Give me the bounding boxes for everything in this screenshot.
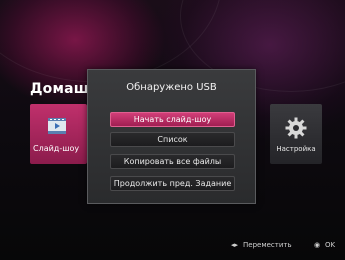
film-icon (48, 118, 66, 134)
usb-detected-dialog: Обнаружено USB Начать слайд-шоу Список К… (87, 69, 256, 204)
resume-previous-task-button[interactable]: Продолжить пред. Задание (110, 176, 235, 191)
tv-menu-screen: Домашн Слайд-шоу (0, 0, 345, 260)
home-title: Домашн (30, 81, 90, 97)
dialog-title: Обнаружено USB (126, 82, 217, 93)
tile-slideshow-label: Слайд-шоу (33, 144, 80, 153)
start-slideshow-button[interactable]: Начать слайд-шоу (110, 112, 235, 127)
move-arrows-icon: ◂▸ (231, 241, 239, 249)
move-hint-label: Переместить (243, 241, 292, 249)
tile-settings-label: Настройка (276, 145, 316, 153)
list-button[interactable]: Список (110, 132, 235, 147)
tile-slideshow[interactable]: Слайд-шоу (30, 104, 87, 164)
gear-icon (285, 117, 307, 139)
ok-button-icon: ◉ (314, 241, 321, 249)
tile-settings[interactable]: Настройка (270, 104, 322, 164)
ok-hint-label: OK (325, 241, 336, 249)
copy-all-files-button[interactable]: Копировать все файлы (110, 154, 235, 169)
